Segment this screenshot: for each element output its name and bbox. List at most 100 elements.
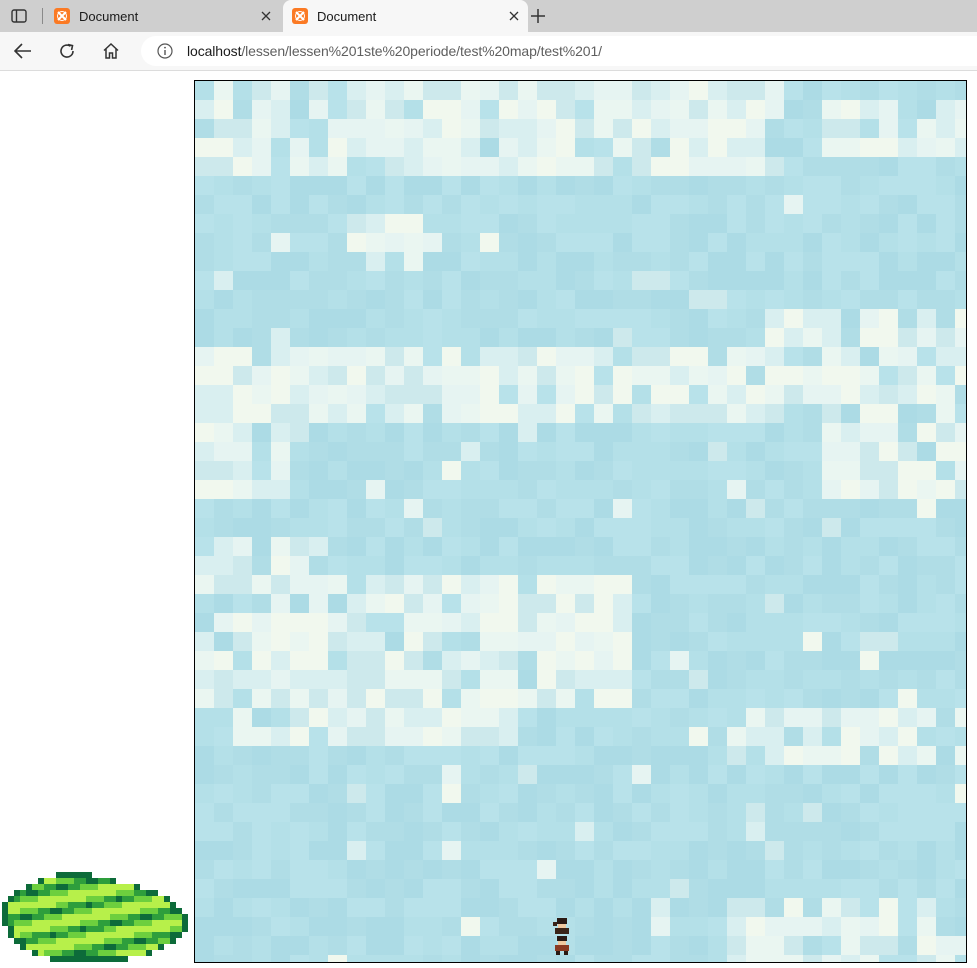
sky-tile bbox=[765, 404, 784, 423]
sky-tile bbox=[518, 879, 537, 898]
sky-tile bbox=[651, 936, 670, 955]
sky-tile bbox=[271, 499, 290, 518]
sky-tile bbox=[423, 252, 442, 271]
sky-tile bbox=[860, 898, 879, 917]
sky-tile bbox=[955, 119, 966, 138]
tab-document-2[interactable]: Document bbox=[283, 0, 528, 32]
url-text[interactable]: localhost/lessen/lessen%201ste%20periode… bbox=[187, 43, 602, 59]
sky-tile bbox=[518, 271, 537, 290]
sky-tile bbox=[689, 309, 708, 328]
close-icon[interactable] bbox=[506, 8, 522, 24]
sky-tile bbox=[499, 480, 518, 499]
sky-tile bbox=[366, 385, 385, 404]
tab-divider bbox=[42, 8, 43, 24]
close-icon[interactable] bbox=[258, 8, 274, 24]
bush-pixel bbox=[146, 908, 152, 914]
bush-pixel bbox=[134, 890, 140, 896]
sky-tile bbox=[727, 233, 746, 252]
sky-tile bbox=[442, 366, 461, 385]
sky-tile bbox=[233, 727, 252, 746]
home-icon[interactable] bbox=[96, 36, 126, 66]
sky-tile bbox=[613, 271, 632, 290]
sky-tile bbox=[575, 632, 594, 651]
sky-tile bbox=[765, 556, 784, 575]
plus-icon[interactable] bbox=[526, 5, 550, 27]
sky-tile bbox=[936, 309, 955, 328]
sky-tile bbox=[727, 727, 746, 746]
sky-tile bbox=[233, 613, 252, 632]
sky-tile bbox=[879, 556, 898, 575]
sky-tile bbox=[613, 499, 632, 518]
sky-tile bbox=[347, 689, 366, 708]
sky-tile bbox=[594, 860, 613, 879]
sky-tile bbox=[879, 81, 898, 100]
bush-pixel bbox=[80, 932, 86, 938]
sky-tile bbox=[499, 195, 518, 214]
sky-tile bbox=[499, 309, 518, 328]
sky-tile bbox=[328, 917, 347, 936]
sky-tile bbox=[784, 727, 803, 746]
sky-tile bbox=[537, 328, 556, 347]
sky-tile bbox=[689, 879, 708, 898]
sky-tile bbox=[708, 537, 727, 556]
sky-tile bbox=[841, 347, 860, 366]
sky-tile bbox=[442, 518, 461, 537]
bush-pixel bbox=[86, 932, 92, 938]
tab-actions-icon[interactable] bbox=[5, 5, 33, 27]
sky-tile bbox=[898, 727, 917, 746]
back-arrow-icon[interactable] bbox=[8, 36, 38, 66]
game-map[interactable] bbox=[194, 80, 967, 963]
sky-tile bbox=[366, 480, 385, 499]
sky-tile bbox=[632, 936, 651, 955]
sky-tile bbox=[670, 689, 689, 708]
bush-pixel bbox=[140, 950, 146, 956]
sky-tile bbox=[765, 898, 784, 917]
sky-tile bbox=[366, 556, 385, 575]
bush-pixel bbox=[68, 950, 74, 956]
sky-tile bbox=[214, 176, 233, 195]
sky-tile bbox=[385, 309, 404, 328]
info-icon[interactable] bbox=[157, 43, 173, 59]
player-character-icon[interactable] bbox=[551, 916, 573, 956]
sky-tile bbox=[689, 119, 708, 138]
tab-document-1[interactable]: Document bbox=[52, 0, 280, 32]
bush-pixel bbox=[134, 884, 140, 890]
sky-tile bbox=[727, 879, 746, 898]
sky-tile bbox=[290, 841, 309, 860]
sky-tile bbox=[499, 784, 518, 803]
sky-tile bbox=[841, 651, 860, 670]
sky-tile bbox=[385, 404, 404, 423]
sky-tile bbox=[195, 138, 214, 157]
sky-tile bbox=[860, 442, 879, 461]
sky-tile bbox=[727, 404, 746, 423]
sky-tile bbox=[233, 328, 252, 347]
sky-tile bbox=[537, 366, 556, 385]
bush-pixel bbox=[80, 890, 86, 896]
sky-tile bbox=[936, 157, 955, 176]
sky-tile bbox=[214, 632, 233, 651]
sky-tile bbox=[936, 917, 955, 936]
sky-tile bbox=[233, 670, 252, 689]
sky-tile bbox=[309, 917, 328, 936]
sky-tile bbox=[651, 100, 670, 119]
address-bar[interactable]: localhost/lessen/lessen%201ste%20periode… bbox=[141, 36, 977, 66]
sky-tile bbox=[917, 955, 936, 962]
sky-tile bbox=[290, 518, 309, 537]
sky-tile bbox=[803, 119, 822, 138]
refresh-icon[interactable] bbox=[52, 36, 82, 66]
sky-tile bbox=[480, 689, 499, 708]
sky-tile bbox=[385, 879, 404, 898]
sky-tile bbox=[214, 119, 233, 138]
sky-tile bbox=[879, 480, 898, 499]
sky-tile bbox=[936, 195, 955, 214]
sky-tile bbox=[917, 746, 936, 765]
sky-tile bbox=[385, 271, 404, 290]
sky-tile bbox=[423, 651, 442, 670]
sky-tile bbox=[727, 784, 746, 803]
sky-tile bbox=[385, 841, 404, 860]
sky-tile bbox=[271, 328, 290, 347]
sky-tile bbox=[195, 480, 214, 499]
bush-pixel bbox=[38, 950, 44, 956]
sky-tile bbox=[233, 898, 252, 917]
sky-tile bbox=[594, 423, 613, 442]
